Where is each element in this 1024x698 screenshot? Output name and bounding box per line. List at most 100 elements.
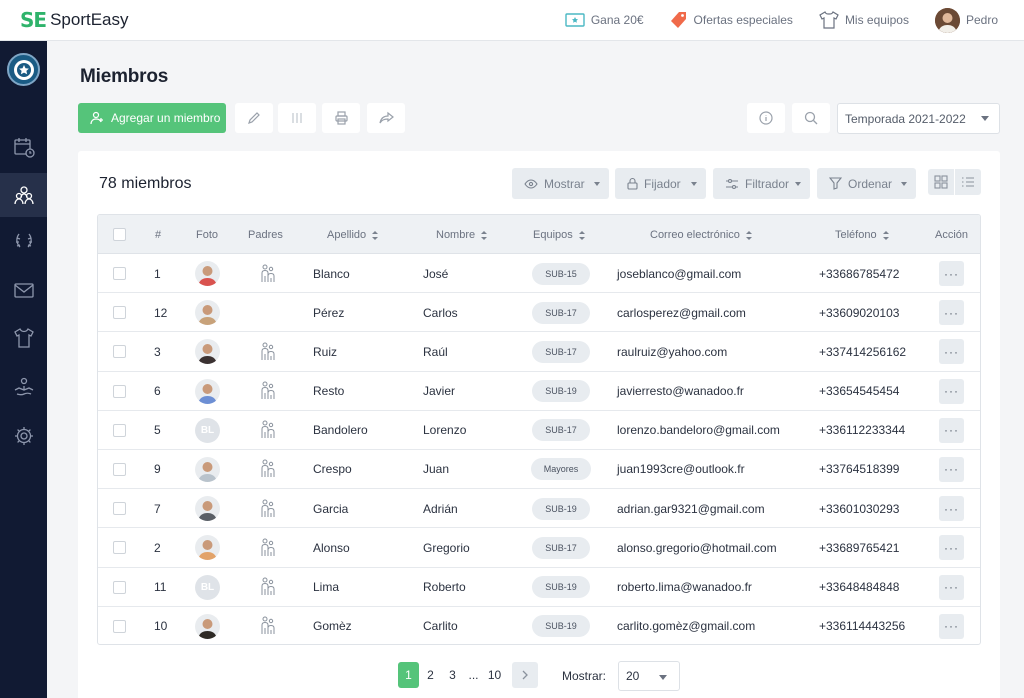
sidebar-item-settings[interactable] <box>0 414 47 458</box>
parents-icon[interactable] <box>260 568 276 607</box>
grid-view-button[interactable] <box>928 169 954 195</box>
team-cell: SUB-17 <box>531 293 591 332</box>
parents-icon[interactable] <box>260 332 276 371</box>
info-button[interactable] <box>747 103 785 133</box>
row-checkbox[interactable] <box>113 411 126 450</box>
member-email[interactable]: juan1993cre@outlook.fr <box>617 450 745 489</box>
member-email[interactable]: roberto.lima@wanadoo.fr <box>617 568 752 607</box>
row-checkbox[interactable] <box>113 254 126 293</box>
parents-icon[interactable] <box>260 528 276 567</box>
sidebar-item-sponsors[interactable] <box>0 365 47 409</box>
team-cell: SUB-19 <box>531 607 591 644</box>
more-actions-button[interactable]: ··· <box>939 261 964 286</box>
select-all-checkbox[interactable] <box>113 228 126 241</box>
col-email[interactable]: Correo electrónico <box>650 229 752 241</box>
columns-button[interactable] <box>278 103 316 133</box>
edit-button[interactable] <box>235 103 273 133</box>
filter-button[interactable]: Filtrador <box>713 168 810 199</box>
more-actions-button[interactable]: ··· <box>939 339 964 365</box>
parents-icon[interactable] <box>260 411 276 450</box>
app-logo[interactable]: SE SportEasy <box>20 8 129 32</box>
table-row[interactable]: 6 Resto Javier SUB-19 javierresto@wanadoo.fr… <box>98 372 980 411</box>
add-member-button[interactable]: Agregar un miembro <box>78 103 226 133</box>
row-checkbox[interactable] <box>113 489 126 528</box>
user-menu[interactable]: Pedro <box>934 7 998 33</box>
row-checkbox[interactable] <box>113 332 126 371</box>
row-checkbox[interactable] <box>113 528 126 567</box>
more-actions-button[interactable]: ··· <box>939 496 964 522</box>
parents-icon[interactable] <box>260 372 276 411</box>
parents-icon[interactable] <box>260 450 276 489</box>
shirt-icon <box>13 328 34 348</box>
table-row[interactable]: 7 Garcia Adrián SUB-19 adrian.gar9321@gmail.… <box>98 489 980 529</box>
more-actions-button[interactable]: ··· <box>939 378 964 404</box>
avatar <box>195 496 220 522</box>
list-view-button[interactable] <box>955 169 981 195</box>
member-email[interactable]: carlosperez@gmail.com <box>617 293 746 332</box>
page-1-button[interactable]: 1 <box>398 662 419 688</box>
page-10-button[interactable]: 10 <box>484 662 505 688</box>
col-first-name[interactable]: Nombre <box>436 229 488 241</box>
sidebar-item-equipment[interactable] <box>0 316 47 360</box>
more-actions-button[interactable]: ··· <box>939 300 964 326</box>
table-row[interactable]: 9 Crespo Juan Mayores juan1993cre@outlook.fr… <box>98 450 980 490</box>
more-actions-button[interactable]: ··· <box>939 613 964 639</box>
per-page-select[interactable]: 20 <box>618 661 680 691</box>
row-checkbox[interactable] <box>113 568 126 607</box>
table-row[interactable]: 5 BL Bandolero Lorenzo SUB-17 lorenzo.bandelo… <box>98 411 980 450</box>
page-2-button[interactable]: 2 <box>420 662 441 688</box>
row-checkbox[interactable] <box>113 372 126 411</box>
parents-icon[interactable] <box>260 607 276 644</box>
search-button[interactable] <box>792 103 830 133</box>
row-checkbox[interactable] <box>113 293 126 332</box>
offers-link[interactable]: Ofertas especiales <box>670 11 793 29</box>
sort-button[interactable]: Ordenar <box>817 168 916 199</box>
checkbox-box <box>113 306 126 320</box>
team-badge: SUB-19 <box>532 615 590 638</box>
sort-label: Ordenar <box>848 176 893 191</box>
member-email[interactable]: lorenzo.bandeloro@gmail.com <box>617 411 780 450</box>
page-ellipsis: ... <box>468 668 479 682</box>
row-checkbox[interactable] <box>113 607 126 644</box>
member-first-name: Gregorio <box>423 540 470 555</box>
row-checkbox[interactable] <box>113 450 126 489</box>
my-teams-link[interactable]: Mis equipos <box>819 11 909 29</box>
member-email[interactable]: raulruiz@yahoo.com <box>617 332 727 371</box>
table-row[interactable]: 12 Pérez Carlos SUB-17 carlosperez@gmail.com… <box>98 293 980 333</box>
more-actions-button[interactable]: ··· <box>939 417 964 443</box>
table-row[interactable]: 10 Gomèz Carlito SUB-19 carlito.gomèz@gmail.… <box>98 607 980 644</box>
next-page-button[interactable] <box>512 662 538 688</box>
checkbox-box <box>113 541 126 555</box>
sidebar-item-members[interactable] <box>0 173 47 217</box>
table-row[interactable]: 1 Blanco José SUB-15 joseblanco@gmail.com +33… <box>98 254 980 294</box>
col-teams[interactable]: Equipos <box>533 229 585 241</box>
sidebar-item-messages[interactable] <box>0 268 47 312</box>
member-email[interactable]: carlito.gomèz@gmail.com <box>617 607 755 644</box>
member-email[interactable]: alonso.gregorio@hotmail.com <box>617 528 777 567</box>
table-row[interactable]: 3 Ruiz Raúl SUB-17 raulruiz@yahoo.com +337414… <box>98 332 980 372</box>
team-cell: SUB-19 <box>531 372 591 411</box>
page-3-button[interactable]: 3 <box>442 662 463 688</box>
sidebar-item-calendar[interactable] <box>0 125 47 169</box>
print-button[interactable] <box>322 103 360 133</box>
more-actions-button[interactable]: ··· <box>939 535 964 561</box>
team-cell: SUB-15 <box>531 254 591 293</box>
table-row[interactable]: 11 BL Lima Roberto SUB-19 roberto.lima@wanado… <box>98 568 980 607</box>
pin-button[interactable]: Fijador <box>615 168 706 199</box>
table-row[interactable]: 2 Alonso Gregorio SUB-17 alonso.gregorio@hot… <box>98 528 980 568</box>
parents-icon[interactable] <box>260 254 276 293</box>
col-phone[interactable]: Teléfono <box>835 229 889 241</box>
member-email[interactable]: adrian.gar9321@gmail.com <box>617 489 765 528</box>
season-select[interactable]: Temporada 2021-2022 <box>837 103 1000 134</box>
more-actions-button[interactable]: ··· <box>939 456 964 482</box>
sidebar-item-competitions[interactable] <box>0 219 47 263</box>
member-email[interactable]: javierresto@wanadoo.fr <box>617 372 744 411</box>
col-last-name[interactable]: Apellido <box>327 229 379 241</box>
earn-link[interactable]: Gana 20€ <box>565 13 644 27</box>
parents-icon[interactable] <box>260 489 276 528</box>
club-logo[interactable] <box>7 53 40 86</box>
member-email[interactable]: joseblanco@gmail.com <box>617 254 741 293</box>
more-actions-button[interactable]: ··· <box>939 574 964 600</box>
share-button[interactable] <box>367 103 405 133</box>
show-filter-button[interactable]: Mostrar <box>512 168 609 199</box>
